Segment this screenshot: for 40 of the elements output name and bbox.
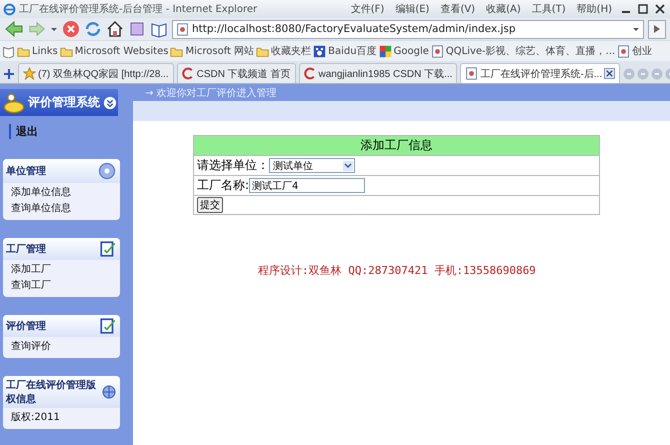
- browser-tab[interactable]: 工厂在线评价管理系统-后...: [460, 63, 620, 83]
- submit-button[interactable]: 提交: [197, 197, 223, 213]
- section-title: 评价管理: [6, 320, 47, 333]
- sidebar-item[interactable]: 查询工厂: [3, 277, 120, 293]
- section-title: 工厂管理: [6, 242, 47, 256]
- window-title: 工厂在线评价管理系统-后台管理 - Internet Explorer: [19, 2, 258, 16]
- menu-item[interactable]: 工具(T): [528, 2, 570, 16]
- browser-tab[interactable]: wangjianlin1985 CSDN 下载...: [298, 63, 458, 83]
- menu-item[interactable]: 收藏(A): [482, 2, 525, 16]
- address-field[interactable]: http://localhost:8080/FactoryEvaluateSystem/admin/index.jsp: [172, 20, 644, 38]
- logout-link[interactable]: 退出: [9, 124, 38, 139]
- name-label: 工厂名称:: [197, 177, 250, 194]
- browser-tab[interactable]: (7) 双鱼林QQ家园 [http://28...: [18, 63, 174, 83]
- credit-text: 程序设计:双鱼林 QQ:287307421 手机:13558690869: [257, 263, 537, 278]
- favorite-link[interactable]: Links: [17, 44, 58, 58]
- welcome-banner: → 欢迎你对工厂评价进入管理: [133, 84, 670, 101]
- sidebar-header: 评价管理系统: [0, 89, 118, 116]
- menu-item[interactable]: 文件(F): [346, 2, 388, 16]
- name-field[interactable]: 测试工厂4: [249, 178, 366, 193]
- menu-item[interactable]: 帮助(H): [572, 2, 616, 16]
- sidebar-item[interactable]: 添加单位信息: [3, 184, 120, 200]
- favorite-link[interactable]: Baidu百度: [313, 44, 377, 58]
- unit-label: 请选择单位：: [197, 157, 269, 174]
- menu-item[interactable]: 查看(V): [436, 2, 480, 16]
- unit-select[interactable]: 测试单位: [269, 158, 355, 173]
- favorite-link[interactable]: Google: [378, 44, 429, 58]
- browser-tab[interactable]: CSDN 下载频道 首页: [176, 63, 296, 83]
- sidebar-item[interactable]: 添加工厂: [3, 261, 120, 277]
- sidebar-item[interactable]: 版权:2011: [3, 409, 120, 425]
- favorite-link[interactable]: 创业: [617, 44, 652, 58]
- favorite-link[interactable]: Microsoft 网站: [170, 44, 254, 58]
- menu-item[interactable]: 编辑(E): [391, 2, 434, 16]
- form-title: 添加工厂信息: [194, 136, 600, 156]
- sidebar-item[interactable]: 查询评价: [3, 338, 120, 354]
- sidebar-item[interactable]: 查询单位信息: [3, 200, 120, 216]
- section-title: 单位管理: [6, 164, 47, 178]
- favorite-link[interactable]: QQLive-影视、综艺、体育、直播，...: [430, 44, 616, 58]
- favorite-link[interactable]: Microsoft Websites: [60, 44, 168, 58]
- section-title: 工厂在线评价管理版权信息: [6, 378, 97, 406]
- favorite-link[interactable]: 收藏夹栏: [256, 44, 312, 58]
